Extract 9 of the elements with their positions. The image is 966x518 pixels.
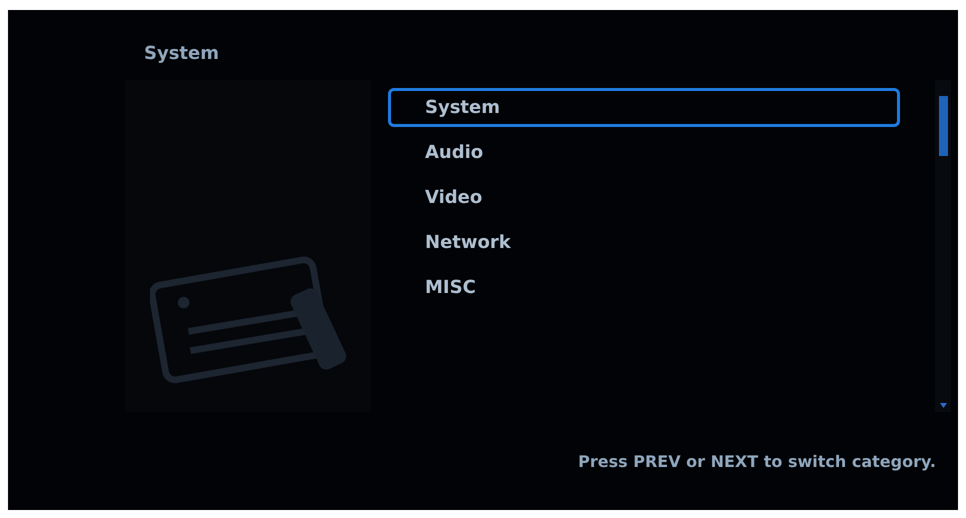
hint-text: Press PREV or NEXT to switch category. xyxy=(578,451,936,473)
menu-item[interactable]: Network xyxy=(388,223,900,262)
menu-item[interactable]: System xyxy=(388,88,900,127)
down-arrow-icon xyxy=(940,403,946,408)
menu-item[interactable]: Video xyxy=(388,178,900,217)
page-title: System xyxy=(144,42,219,66)
menu-item[interactable]: Audio xyxy=(388,133,900,172)
menu-item[interactable]: MISC xyxy=(388,268,900,307)
scrollbar-thumb xyxy=(938,96,948,156)
